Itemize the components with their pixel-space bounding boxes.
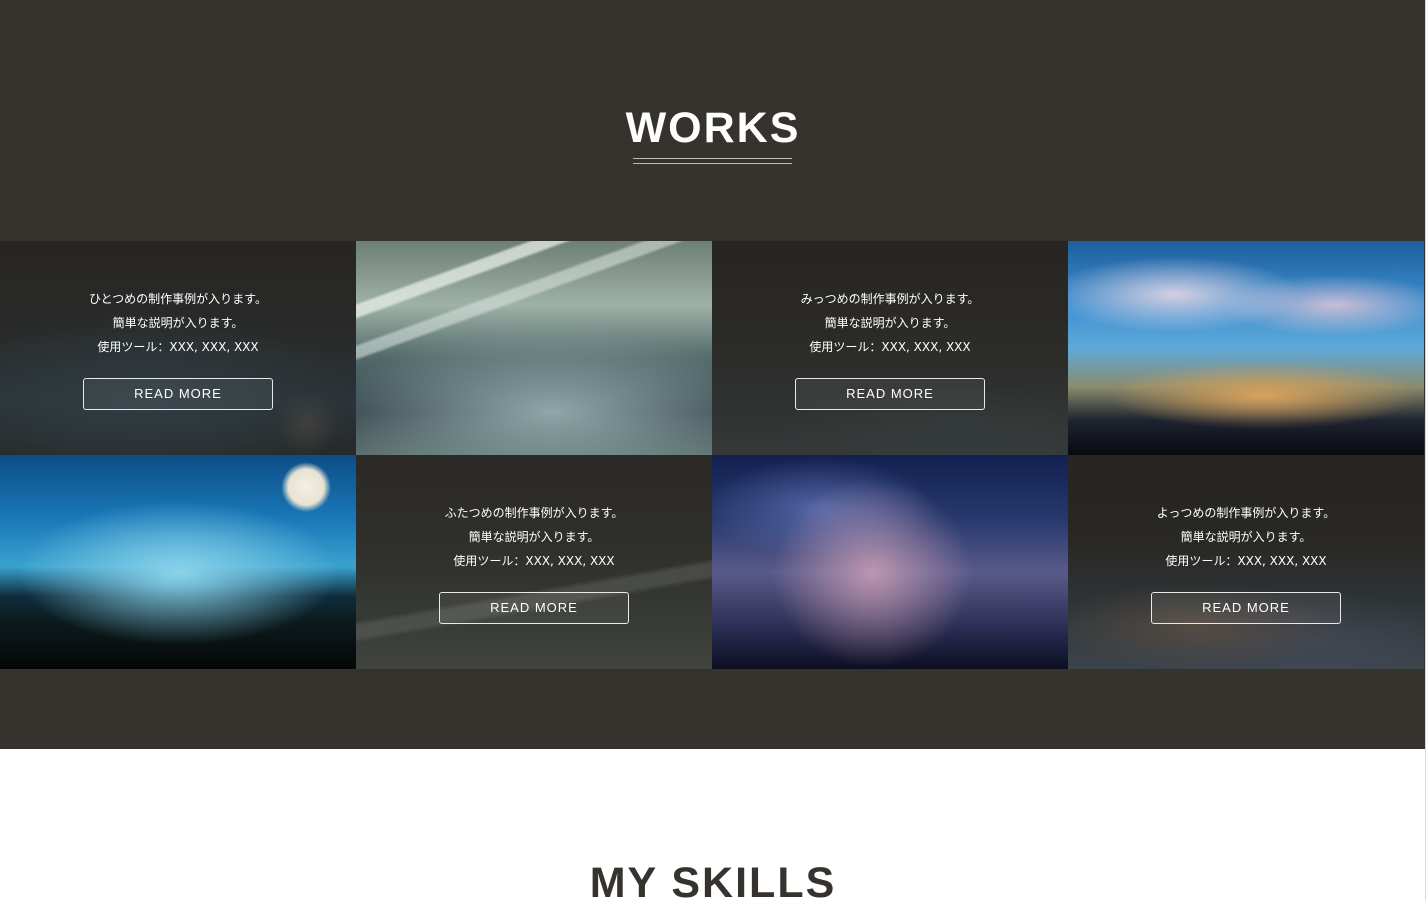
work-tile-image-sunset[interactable] (1068, 241, 1424, 455)
work-caption-line: 簡単な説明が入ります。 (824, 316, 956, 330)
title-underline-top (633, 158, 792, 159)
work-caption-line: 簡単な説明が入ります。 (468, 530, 600, 544)
work-caption: みっつめの制作事例が入ります。 簡単な説明が入ります。 使用ツール：XXX, X… (712, 287, 1068, 359)
read-more-button[interactable]: READ MORE (439, 592, 629, 624)
title-underline-bottom (633, 163, 792, 164)
work-tile-image-water[interactable] (712, 455, 1068, 669)
work-caption-line: みっつめの制作事例が入ります。 (800, 292, 980, 306)
work-caption: よっつめの制作事例が入ります。 簡単な説明が入ります。 使用ツール：XXX, X… (1068, 501, 1424, 573)
work-tile-3[interactable]: みっつめの制作事例が入ります。 簡単な説明が入ります。 使用ツール：XXX, X… (712, 241, 1068, 455)
work-tile-2[interactable]: ふたつめの制作事例が入ります。 簡単な説明が入ります。 使用ツール：XXX, X… (356, 455, 712, 669)
skills-title: MY SKILLS (589, 859, 837, 907)
work-caption: ひとつめの制作事例が入ります。 簡単な説明が入ります。 使用ツール：XXX, X… (0, 287, 356, 359)
work-tile-4[interactable]: よっつめの制作事例が入ります。 簡単な説明が入ります。 使用ツール：XXX, X… (1068, 455, 1424, 669)
city-reflection-photo (356, 241, 712, 455)
read-more-button[interactable]: READ MORE (795, 378, 985, 410)
works-section: WORKS ひとつめの制作事例が入ります。 簡単な説明が入ります。 使用ツール：… (0, 0, 1426, 749)
work-caption-line: ふたつめの制作事例が入ります。 (444, 506, 624, 520)
read-more-button[interactable]: READ MORE (1151, 592, 1341, 624)
sunset-flowers-photo (1068, 241, 1424, 455)
work-caption-line: 使用ツール：XXX, XXX, XXX (97, 340, 259, 354)
work-tile-1[interactable]: ひとつめの制作事例が入ります。 簡単な説明が入ります。 使用ツール：XXX, X… (0, 241, 356, 455)
work-tile-image-city[interactable] (356, 241, 712, 455)
work-caption-line: 使用ツール：XXX, XXX, XXX (1165, 554, 1327, 568)
works-grid: ひとつめの制作事例が入ります。 簡単な説明が入ります。 使用ツール：XXX, X… (0, 241, 1424, 669)
work-caption: ふたつめの制作事例が入ります。 簡単な説明が入ります。 使用ツール：XXX, X… (356, 501, 712, 573)
work-caption-line: 使用ツール：XXX, XXX, XXX (453, 554, 615, 568)
night-trees-moon-photo (0, 455, 356, 669)
work-caption-line: 簡単な説明が入ります。 (112, 316, 244, 330)
works-title: WORKS (625, 104, 801, 152)
starry-water-duck-photo (712, 455, 1068, 669)
work-caption-line: ひとつめの制作事例が入ります。 (89, 292, 267, 306)
read-more-button[interactable]: READ MORE (83, 378, 273, 410)
work-caption-line: 使用ツール：XXX, XXX, XXX (809, 340, 971, 354)
work-tile-image-trees[interactable] (0, 455, 356, 669)
work-caption-line: 簡単な説明が入ります。 (1180, 530, 1312, 544)
work-caption-line: よっつめの制作事例が入ります。 (1156, 506, 1336, 520)
